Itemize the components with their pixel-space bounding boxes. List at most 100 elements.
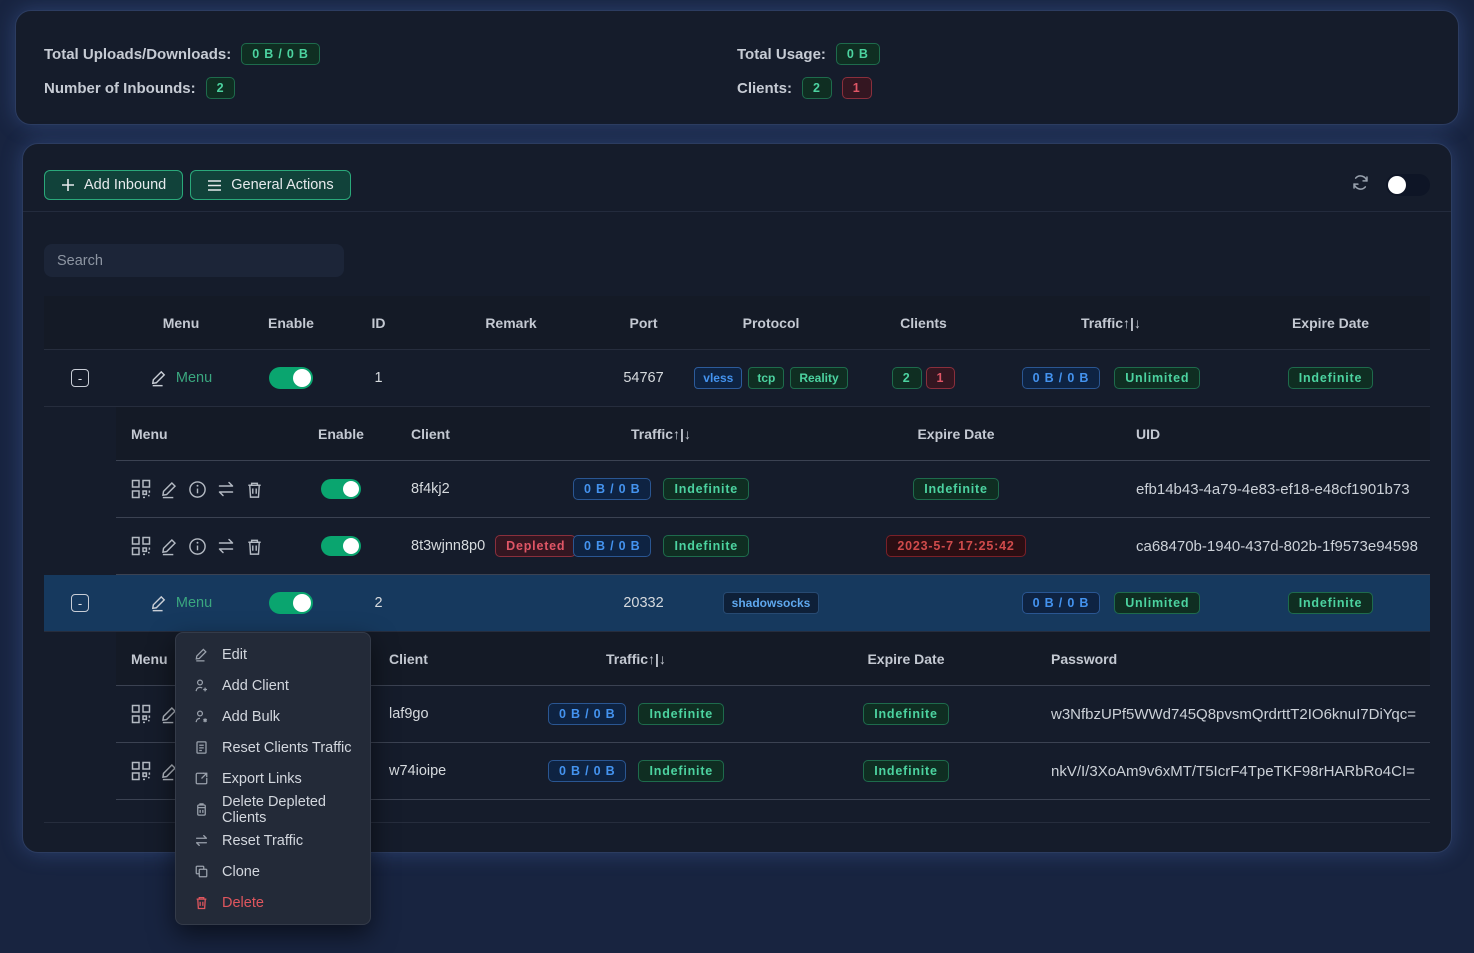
menu-item-add-bulk[interactable]: Add Bulk <box>176 701 370 732</box>
protocol-tag: Reality <box>790 367 847 389</box>
header-uid: UID <box>1126 426 1430 442</box>
enable-toggle[interactable] <box>269 592 313 614</box>
menu-item-add-client[interactable]: Add Client <box>176 670 370 701</box>
protocol-tag: vless <box>694 367 742 389</box>
menu-item-export-links[interactable]: Export Links <box>176 763 370 794</box>
add-client-icon <box>194 678 209 693</box>
menu-item-label: Reset Traffic <box>222 833 303 849</box>
plus-icon <box>61 178 75 192</box>
delete-icon[interactable] <box>245 480 264 499</box>
qr-code-icon[interactable] <box>131 704 151 724</box>
menu-item-label: Clone <box>222 864 260 880</box>
row-menu-label: Menu <box>176 595 212 611</box>
collapse-row-button[interactable]: - <box>71 594 89 612</box>
reset-traffic-icon[interactable] <box>216 479 236 499</box>
menu-item-label: Reset Clients Traffic <box>222 740 351 756</box>
hamburger-icon <box>207 179 222 192</box>
toolbar: Add Inbound General Actions <box>23 144 1451 211</box>
header-enable: Enable <box>296 426 386 442</box>
client-expire: Indefinite <box>761 760 1051 782</box>
menu-item-reset-traffic[interactable]: Reset Traffic <box>176 825 370 856</box>
info-icon[interactable] <box>188 480 207 499</box>
export-links-icon <box>194 771 209 786</box>
stat-total-usage: Total Usage: 0 B <box>737 41 1430 67</box>
search-input[interactable] <box>44 244 344 277</box>
refresh-icon[interactable] <box>1351 173 1370 197</box>
menu-item-edit[interactable]: Edit <box>176 639 370 670</box>
client-expire: Indefinite <box>761 703 1051 725</box>
header-menu: Menu <box>116 315 246 331</box>
inbounds-count-badge: 2 <box>206 77 236 99</box>
client-traffic: 0 B / 0 B Indefinite <box>536 478 786 500</box>
qr-code-icon[interactable] <box>131 536 151 556</box>
clients-active-badge: 2 <box>802 77 832 99</box>
menu-item-delete[interactable]: Delete <box>176 887 370 918</box>
delete-icon <box>194 895 209 910</box>
toolbar-divider <box>23 211 1451 212</box>
expire-badge: Indefinite <box>1288 592 1374 614</box>
traffic-badge: 0 B / 0 B <box>573 535 652 557</box>
header-client: Client <box>361 651 511 667</box>
menu-item-label: Delete <box>222 895 264 911</box>
expire-badge: 2023-5-7 17:25:42 <box>886 535 1025 557</box>
menu-item-reset-clients-traffic[interactable]: Reset Clients Traffic <box>176 732 370 763</box>
traffic-limit-badge: Unlimited <box>1114 367 1200 389</box>
header-expire-date: Expire Date <box>1231 315 1430 331</box>
add-bulk-icon <box>194 709 209 724</box>
inbound-port: 54767 <box>601 370 686 386</box>
qr-code-icon[interactable] <box>131 761 151 781</box>
client-uid: ca68470b-1940-437d-802b-1f9573e94598 <box>1126 538 1430 555</box>
client-password: w3NfbzUPf5WWd745Q8pvsmQrdrttT2IO6knuI7Di… <box>1051 706 1430 723</box>
stat-label: Number of Inbounds: <box>44 80 196 97</box>
header-id: ID <box>336 315 421 331</box>
client-actions <box>116 536 296 556</box>
traffic-limit-badge: Unlimited <box>1114 592 1200 614</box>
inbound-row-1: - Menu 1 54767 vless tcp Reality 2 1 <box>44 350 1430 407</box>
inbound-clients: 2 1 <box>856 367 991 389</box>
stat-label: Total Usage: <box>737 46 826 63</box>
reset-traffic-icon <box>194 833 209 848</box>
menu-item-label: Export Links <box>222 771 302 787</box>
stat-number-of-inbounds: Number of Inbounds: 2 <box>44 75 737 101</box>
general-actions-button[interactable]: General Actions <box>190 170 350 200</box>
reset-traffic-icon[interactable] <box>216 536 236 556</box>
inbound-protocol-tags: shadowsocks <box>686 592 856 614</box>
menu-item-label: Add Bulk <box>222 709 280 725</box>
traffic-badge: 0 B / 0 B <box>548 703 627 725</box>
stat-clients: Clients: 2 1 <box>737 75 1430 101</box>
client-row: 8t3wjnn8p0 Depleted 0 B / 0 B Indefinite… <box>116 518 1430 575</box>
client-name-wrap: 8t3wjnn8p0 Depleted <box>386 535 536 557</box>
edit-icon[interactable] <box>160 480 179 499</box>
client-enable-toggle[interactable] <box>321 479 361 499</box>
menu-item-delete-depleted-clients[interactable]: Delete Depleted Clients <box>176 794 370 825</box>
add-inbound-button[interactable]: Add Inbound <box>44 170 183 200</box>
inbound-expire: Indefinite <box>1231 592 1430 614</box>
inbound-row-2: - Menu 2 20332 shadowsocks 0 B / 0 B Unl… <box>44 575 1430 632</box>
header-port: Port <box>601 315 686 331</box>
inbound-table-header: Menu Enable ID Remark Port Protocol Clie… <box>44 296 1430 350</box>
traffic-badge: 0 B / 0 B <box>1022 367 1101 389</box>
general-actions-label: General Actions <box>231 177 333 193</box>
inbound-port: 20332 <box>601 595 686 611</box>
delete-icon[interactable] <box>245 537 264 556</box>
edit-icon <box>194 647 209 662</box>
client-enable-toggle[interactable] <box>321 536 361 556</box>
menu-item-clone[interactable]: Clone <box>176 856 370 887</box>
expire-badge: Indefinite <box>1288 367 1374 389</box>
collapse-row-button[interactable]: - <box>71 369 89 387</box>
header-traffic: Traffic↑|↓ <box>511 651 761 667</box>
qr-code-icon[interactable] <box>131 479 151 499</box>
header-remark: Remark <box>421 315 601 331</box>
edit-icon[interactable] <box>160 537 179 556</box>
enable-toggle[interactable] <box>269 367 313 389</box>
row-menu-trigger[interactable]: Menu <box>150 594 212 612</box>
client-name: laf9go <box>361 706 511 722</box>
info-icon[interactable] <box>188 537 207 556</box>
row-menu-trigger[interactable]: Menu <box>150 369 212 387</box>
dark-mode-toggle[interactable] <box>1386 174 1430 196</box>
client-name: w74ioipe <box>361 763 511 779</box>
total-uploads-downloads-badge: 0 B / 0 B <box>241 43 320 65</box>
delete-depleted-clients-icon <box>194 802 209 817</box>
header-enable: Enable <box>246 315 336 331</box>
header-protocol: Protocol <box>686 315 856 331</box>
